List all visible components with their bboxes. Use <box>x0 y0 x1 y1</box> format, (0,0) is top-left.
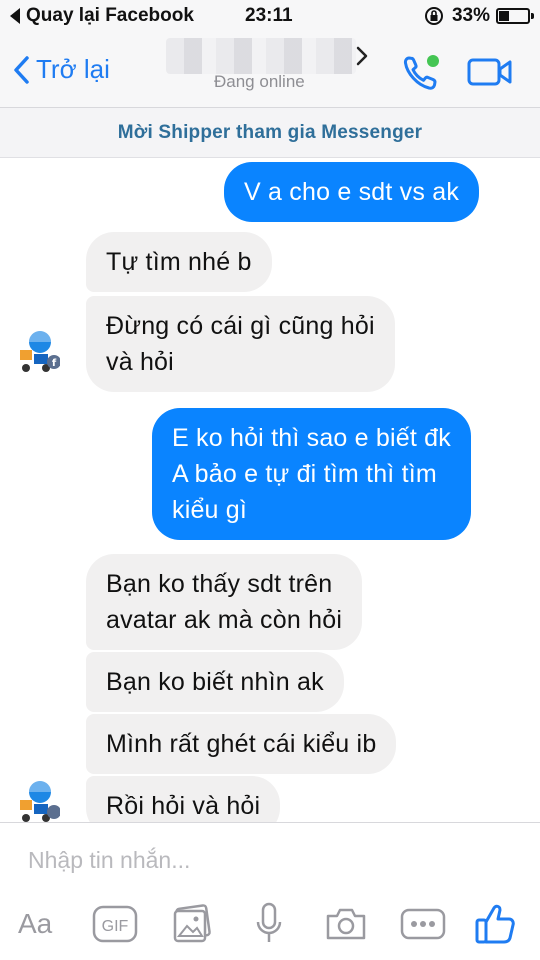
back-button[interactable]: Trở lại <box>12 54 110 85</box>
contact-avatar[interactable] <box>16 776 60 822</box>
chevron-right-icon[interactable] <box>356 46 368 66</box>
message-incoming[interactable]: Rồi hỏi và hỏi <box>86 776 281 822</box>
message-list: V a cho e sdt vs ak Tự tìm nhé b Đừng có… <box>0 158 540 822</box>
svg-text:f: f <box>52 358 57 369</box>
microphone-icon[interactable] <box>254 901 284 947</box>
status-bar: Quay lại Facebook 23:11 33% <box>0 0 540 34</box>
battery-percent: 33% <box>451 5 490 26</box>
message-outgoing[interactable]: V a cho e sdt vs ak <box>224 162 480 222</box>
text-format-button[interactable]: Aa <box>18 901 52 947</box>
online-status: Đang online <box>214 72 305 91</box>
message-incoming[interactable]: Bạn ko thấy sdt trên avatar ak mà còn hỏ… <box>86 554 363 650</box>
message-incoming[interactable]: Tự tìm nhé b <box>86 232 272 292</box>
back-label: Trở lại <box>36 54 110 84</box>
status-right: 33% <box>424 5 534 27</box>
contact-avatar[interactable]: f <box>16 326 60 374</box>
rotation-lock-icon <box>424 7 443 25</box>
message-incoming[interactable]: Mình rất ghét cái kiểu ib <box>86 714 397 774</box>
message-incoming[interactable]: Bạn ko biết nhìn ak <box>86 652 344 712</box>
phone-icon[interactable] <box>400 52 442 94</box>
thumbs-up-icon[interactable] <box>474 901 516 947</box>
image-icon[interactable] <box>172 901 212 947</box>
back-triangle-icon <box>10 8 20 24</box>
back-app-label: Quay lại Facebook <box>26 5 194 26</box>
clock: 23:11 <box>245 5 293 26</box>
contact-name-redacted[interactable] <box>166 38 356 74</box>
invite-banner[interactable]: Mời Shipper tham gia Messenger <box>0 108 540 158</box>
video-camera-icon[interactable] <box>466 56 514 88</box>
gif-icon[interactable]: GIF <box>92 901 138 947</box>
conversation-header: Trở lại Đang online <box>0 34 540 108</box>
composer: Nhập tin nhắn... Aa GIF <box>0 822 540 960</box>
back-to-facebook[interactable]: Quay lại Facebook <box>10 5 194 27</box>
message-input[interactable]: Nhập tin nhắn... <box>28 847 190 874</box>
camera-icon[interactable] <box>324 901 368 947</box>
gif-label: GIF <box>102 918 129 935</box>
battery-icon <box>496 8 534 24</box>
message-outgoing[interactable]: E ko hỏi thì sao e biết đk A bảo e tự đi… <box>152 408 471 540</box>
composer-toolbar: Aa GIF <box>0 901 540 951</box>
more-icon[interactable] <box>400 901 446 947</box>
message-incoming[interactable]: Đừng có cái gì cũng hỏi và hỏi <box>86 296 395 392</box>
back-chevron-icon <box>14 55 29 84</box>
